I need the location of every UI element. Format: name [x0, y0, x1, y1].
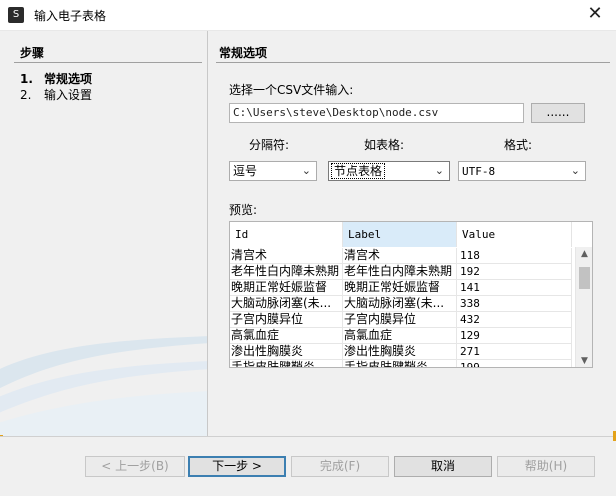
steps-heading: 步骤 — [20, 46, 45, 60]
cell-id: 手指皮肤腱鞘炎 — [230, 360, 343, 367]
vertical-scrollbar[interactable]: ▲ ▼ — [575, 247, 592, 367]
close-button[interactable]: ✕ — [580, 2, 610, 28]
cell-label: 晚期正常妊娠监督 — [343, 280, 457, 296]
table-header: Id Label Value — [230, 222, 572, 247]
cell-id: 老年性白内障未熟期 — [230, 264, 343, 280]
app-icon: S — [8, 7, 24, 23]
column-header-label[interactable]: Label — [343, 222, 457, 247]
window-title: 输入电子表格 — [34, 9, 107, 23]
step-2-label: 输入设置 — [44, 88, 93, 102]
options-heading: 常规选项 — [219, 46, 268, 60]
cancel-button[interactable]: 取消 — [394, 456, 492, 477]
preview-label: 预览: — [229, 203, 258, 217]
scroll-up-icon[interactable]: ▲ — [576, 247, 592, 261]
cell-id: 大脑动脉闭塞(未... — [230, 296, 343, 312]
cell-id: 高氯血症 — [230, 328, 343, 344]
scroll-down-icon[interactable]: ▼ — [576, 354, 592, 367]
chevron-down-icon: ⌄ — [570, 164, 580, 177]
next-button[interactable]: 下一步 > — [188, 456, 286, 477]
back-button[interactable]: < 上一步(B) — [85, 456, 185, 477]
chevron-down-icon: ⌄ — [434, 164, 444, 177]
cell-label: 子宫内膜异位 — [343, 312, 457, 328]
options-divider — [216, 62, 610, 63]
separator-select[interactable]: 逗号 ⌄ — [229, 161, 317, 181]
cell-value: 192 — [457, 264, 572, 280]
format-label: 格式: — [504, 138, 533, 152]
step-2-number: 2. — [20, 88, 32, 102]
table-row[interactable]: 渗出性胸膜炎 渗出性胸膜炎 271 — [230, 344, 572, 360]
cell-value: 338 — [457, 296, 572, 312]
format-value: UTF-8 — [462, 165, 496, 178]
decorative-wave — [0, 336, 207, 436]
cell-value: 199 — [457, 360, 572, 367]
table-body: 清宫术 清宫术 118 老年性白内障未熟期 老年性白内障未熟期 192 晚期正常妊娠监督 晚期… — [230, 248, 572, 367]
cell-label: 手指皮肤腱鞘炎 — [343, 360, 457, 367]
cell-label: 老年性白内障未熟期 — [343, 264, 457, 280]
chevron-down-icon: ⌄ — [301, 164, 311, 177]
as-table-label: 如表格: — [364, 138, 405, 152]
cell-label: 渗出性胸膜炎 — [343, 344, 457, 360]
cell-id: 子宫内膜异位 — [230, 312, 343, 328]
options-pane: 常规选项 选择一个CSV文件输入: C:\Users\steve\Desktop… — [208, 31, 616, 436]
cell-value: 118 — [457, 248, 572, 264]
cell-id: 渗出性胸膜炎 — [230, 344, 343, 360]
separator-value: 逗号 — [233, 164, 258, 178]
column-header-value[interactable]: Value — [457, 222, 572, 247]
step-1: 1. 常规选项 — [20, 70, 92, 87]
step-1-label: 常规选项 — [44, 72, 93, 86]
table-row[interactable]: 高氯血症 高氯血症 129 — [230, 328, 572, 344]
as-table-select[interactable]: 节点表格 ⌄ — [328, 161, 450, 181]
file-path-field[interactable]: C:\Users\steve\Desktop\node.csv — [229, 103, 524, 123]
cell-value: 271 — [457, 344, 572, 360]
button-bar: < 上一步(B) 下一步 > 完成(F) 取消 帮助(H) — [0, 437, 616, 496]
table-row[interactable]: 清宫术 清宫术 118 — [230, 248, 572, 264]
finish-button[interactable]: 完成(F) — [291, 456, 389, 477]
file-label: 选择一个CSV文件输入: — [229, 83, 354, 97]
preview-table[interactable]: Id Label Value 清宫术 清宫术 118 老年性白内障未熟期 老年性白内障未… — [229, 221, 593, 368]
step-1-number: 1. — [20, 72, 33, 86]
table-row[interactable]: 手指皮肤腱鞘炎 手指皮肤腱鞘炎 199 — [230, 360, 572, 367]
table-row[interactable]: 子宫内膜异位 子宫内膜异位 432 — [230, 312, 572, 328]
steps-divider — [14, 62, 202, 63]
cell-value: 129 — [457, 328, 572, 344]
table-row[interactable]: 老年性白内障未熟期 老年性白内障未熟期 192 — [230, 264, 572, 280]
cell-value: 141 — [457, 280, 572, 296]
cell-value: 432 — [457, 312, 572, 328]
cell-id: 清宫术 — [230, 248, 343, 264]
separator-label: 分隔符: — [249, 138, 290, 152]
step-2: 2. 输入设置 — [20, 86, 92, 103]
cell-id: 晚期正常妊娠监督 — [230, 280, 343, 296]
browse-button[interactable]: ...... — [531, 103, 585, 123]
scroll-thumb[interactable] — [579, 267, 590, 289]
as-table-value: 节点表格 — [330, 163, 386, 179]
format-select[interactable]: UTF-8 ⌄ — [458, 161, 586, 181]
cell-label: 大脑动脉闭塞(未... — [343, 296, 457, 312]
cell-label: 高氯血症 — [343, 328, 457, 344]
table-row[interactable]: 晚期正常妊娠监督 晚期正常妊娠监督 141 — [230, 280, 572, 296]
column-header-id[interactable]: Id — [230, 222, 343, 247]
table-row[interactable]: 大脑动脉闭塞(未... 大脑动脉闭塞(未... 338 — [230, 296, 572, 312]
title-bar: S 输入电子表格 ✕ — [0, 0, 616, 31]
cell-label: 清宫术 — [343, 248, 457, 264]
steps-pane: 步骤 1. 常规选项 2. 输入设置 — [0, 31, 208, 436]
help-button[interactable]: 帮助(H) — [497, 456, 595, 477]
